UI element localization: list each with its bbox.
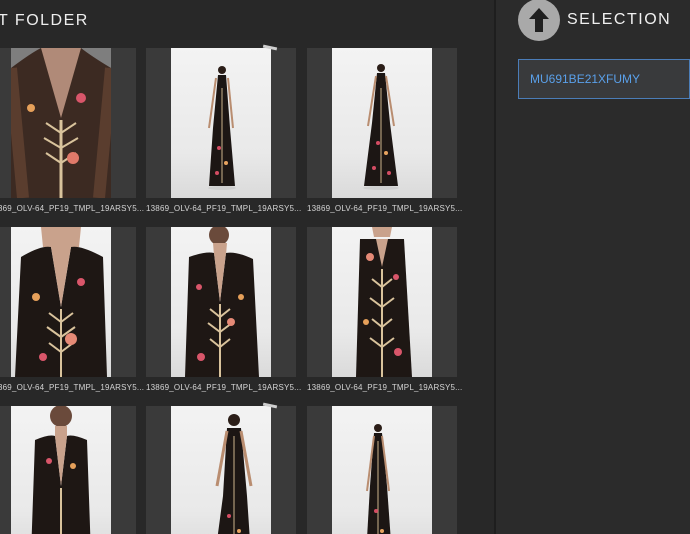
arrow-up-icon[interactable] xyxy=(518,0,560,41)
thumbnail-caption: 369_OLV-64_PF19_TMPL_19ARSY5... xyxy=(0,383,145,392)
thumbnail-tile[interactable] xyxy=(146,402,296,534)
thumbnail-tile[interactable] xyxy=(146,227,296,377)
thumbnail-tile[interactable] xyxy=(146,44,296,198)
selection-input[interactable]: MU691BE21XFUMY xyxy=(518,59,690,99)
thumbnail-tile[interactable] xyxy=(0,48,136,198)
thumbnail-tile[interactable] xyxy=(307,406,457,534)
dress-closeup-photo xyxy=(11,48,111,198)
thumbnail-panel: T FOLDER 369_OLV-64_PF19_TMPL_19ARSY5... xyxy=(0,0,494,534)
dress-side-photo xyxy=(332,227,432,377)
selection-title: SELECTION xyxy=(567,11,672,28)
model-back-full-photo xyxy=(171,406,271,534)
model-front-photo xyxy=(332,48,432,198)
thumbnail-caption: 13869_OLV-64_PF19_TMPL_19ARSY5... xyxy=(307,383,463,392)
thumbnail-tile[interactable] xyxy=(307,227,457,377)
thumbnail-caption: 369_OLV-64_PF19_TMPL_19ARSY5... xyxy=(0,204,145,213)
dress-mid-photo xyxy=(171,227,271,377)
thumbnail-caption: 13869_OLV-64_PF19_TMPL_19ARSY5... xyxy=(307,204,463,213)
selection-panel: SELECTION MU691BE21XFUMY xyxy=(496,0,690,534)
thumbnail-caption: 13869_OLV-64_PF19_TMPL_19ARSY5... xyxy=(146,383,302,392)
model-back-photo xyxy=(171,48,271,198)
model-back-alt-photo xyxy=(332,406,432,534)
dress-upper-photo xyxy=(11,227,111,377)
thumbnail-tile[interactable] xyxy=(0,227,136,377)
thumbnail-tile[interactable] xyxy=(307,48,457,198)
thumbnail-tile[interactable] xyxy=(0,406,136,534)
model-upper-photo xyxy=(11,406,111,534)
folder-title: T FOLDER xyxy=(0,12,89,29)
thumbnail-caption: 13869_OLV-64_PF19_TMPL_19ARSY5... xyxy=(146,204,302,213)
